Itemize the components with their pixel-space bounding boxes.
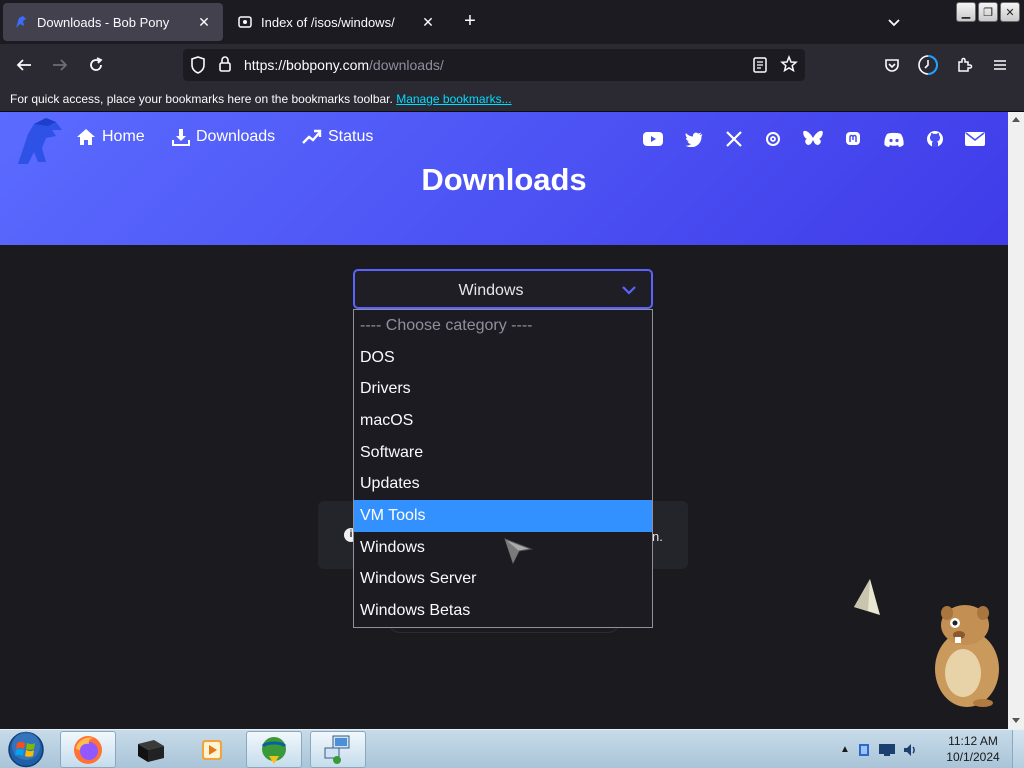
taskbar: ▲ 11:12 AM 10/1/2024 (0, 729, 1024, 768)
bluesky-icon[interactable] (803, 129, 823, 149)
manage-bookmarks-link[interactable]: Manage bookmarks... (396, 92, 511, 106)
email-icon[interactable] (965, 129, 985, 149)
show-desktop-button[interactable] (1012, 730, 1024, 768)
option-windows-betas[interactable]: Windows Betas (354, 595, 652, 627)
tab-title: Downloads - Bob Pony (37, 14, 170, 30)
clock-time: 11:12 AM (948, 734, 998, 748)
list-all-tabs-icon[interactable] (884, 12, 904, 32)
nav-home-label: Home (102, 128, 145, 145)
option-drivers[interactable]: Drivers (354, 373, 652, 405)
page-scrollbar[interactable] (1008, 112, 1024, 729)
system-tray: ▲ (840, 730, 918, 768)
option-placeholder[interactable]: ---- Choose category ---- (354, 310, 652, 342)
mastodon-icon[interactable] (843, 129, 863, 149)
option-macos[interactable]: macOS (354, 405, 652, 437)
url-bar[interactable]: https://bobpony.com/downloads/ (183, 49, 805, 81)
volume-icon[interactable] (902, 742, 918, 758)
option-vm-tools[interactable]: VM Tools (354, 500, 652, 532)
category-select-value: Windows (458, 282, 524, 299)
category-dropdown-list: ---- Choose category ---- DOS Drivers ma… (353, 309, 653, 628)
bookmark-star-icon[interactable] (780, 54, 798, 78)
url-text[interactable]: https://bobpony.com/downloads/ (244, 57, 444, 73)
minimize-button[interactable]: ▁ (956, 2, 976, 22)
reader-view-icon[interactable] (752, 56, 768, 79)
menu-icon[interactable] (988, 53, 1012, 77)
option-updates[interactable]: Updates (354, 468, 652, 500)
hamster-desktop-pet[interactable] (925, 603, 1007, 709)
home-icon (77, 129, 95, 145)
extensions-icon[interactable] (952, 53, 976, 77)
tab-downloads[interactable]: Downloads - Bob Pony ✕ (3, 3, 223, 41)
nav-status-label: Status (328, 128, 374, 145)
chevron-down-icon (621, 283, 637, 301)
box-app-icon (138, 739, 164, 762)
reload-icon[interactable] (84, 53, 108, 77)
lock-icon[interactable] (217, 55, 233, 78)
paper-plane-image (850, 577, 884, 619)
shield-icon[interactable] (189, 55, 207, 80)
nav-home[interactable]: Home (76, 128, 145, 146)
bobpony-logo[interactable] (12, 116, 64, 166)
new-tab-button[interactable]: + (458, 11, 482, 33)
taskbar-network-app[interactable] (310, 731, 366, 768)
restore-button[interactable]: ❐ (978, 2, 998, 22)
folder-favicon-icon (237, 14, 253, 30)
screen: Downloads - Bob Pony ✕ Index of /isos/wi… (0, 0, 1024, 768)
clock-date: 10/1/2024 (946, 750, 1000, 764)
window-controls: ▁ ❐ ✕ (956, 2, 1020, 22)
bobpony-favicon-icon (13, 14, 29, 30)
option-windows-server[interactable]: Windows Server (354, 564, 652, 596)
threads-icon[interactable] (763, 129, 783, 149)
download-icon (172, 129, 190, 146)
back-icon[interactable] (12, 53, 36, 77)
url-host: https://bobpony.com (244, 57, 370, 73)
twitter-icon[interactable] (684, 129, 704, 149)
taskbar-firefox[interactable] (60, 731, 116, 768)
trending-up-icon (302, 129, 322, 144)
tab-index-isos[interactable]: Index of /isos/windows/ ✕ (227, 3, 447, 41)
start-button[interactable] (6, 731, 46, 768)
firefox-icon (74, 735, 102, 764)
close-tab-icon[interactable]: ✕ (419, 13, 437, 31)
option-software[interactable]: Software (354, 437, 652, 469)
x-icon[interactable] (724, 129, 744, 149)
media-player-icon (202, 739, 222, 760)
pocket-icon[interactable] (880, 53, 904, 77)
close-window-button[interactable]: ✕ (1000, 2, 1020, 22)
info-notice-text-tail: n. (652, 529, 663, 544)
taskbar-download-manager[interactable] (246, 731, 302, 768)
tab-strip: Downloads - Bob Pony ✕ Index of /isos/wi… (0, 0, 1024, 44)
close-tab-icon[interactable]: ✕ (195, 13, 213, 31)
taskbar-media-player[interactable] (184, 731, 240, 768)
forward-icon[interactable] (48, 53, 72, 77)
globe-download-icon (261, 736, 287, 764)
site-navbar: Home Downloads Status (0, 112, 1008, 166)
option-dos[interactable]: DOS (354, 342, 652, 374)
category-select[interactable]: Windows (353, 269, 653, 309)
account-icon[interactable] (916, 53, 940, 77)
nav-downloads[interactable]: Downloads (172, 128, 275, 146)
network-monitor-icon[interactable] (878, 743, 896, 757)
nav-status[interactable]: Status (302, 128, 373, 146)
bookmarks-toolbar: For quick access, place your bookmarks h… (0, 86, 1024, 112)
clock[interactable]: 11:12 AM 10/1/2024 (940, 733, 1006, 765)
taskbar-app-black[interactable] (122, 731, 178, 768)
nav-downloads-label: Downloads (196, 128, 276, 145)
show-hidden-icons[interactable]: ▲ (840, 744, 850, 755)
computer-network-icon (324, 735, 350, 764)
tab-title: Index of /isos/windows/ (261, 14, 395, 30)
mouse-cursor-icon (503, 537, 533, 565)
discord-icon[interactable] (884, 129, 904, 149)
page-title: Downloads (421, 162, 587, 197)
navigation-toolbar: https://bobpony.com/downloads/ (0, 44, 1024, 86)
github-icon[interactable] (925, 129, 945, 149)
tray-app-icon[interactable] (856, 742, 872, 758)
bookmarks-hint: For quick access, place your bookmarks h… (10, 92, 393, 106)
url-path: /downloads/ (369, 57, 444, 73)
hero-banner: Home Downloads Status Downloads (0, 112, 1008, 245)
youtube-icon[interactable] (643, 129, 663, 149)
